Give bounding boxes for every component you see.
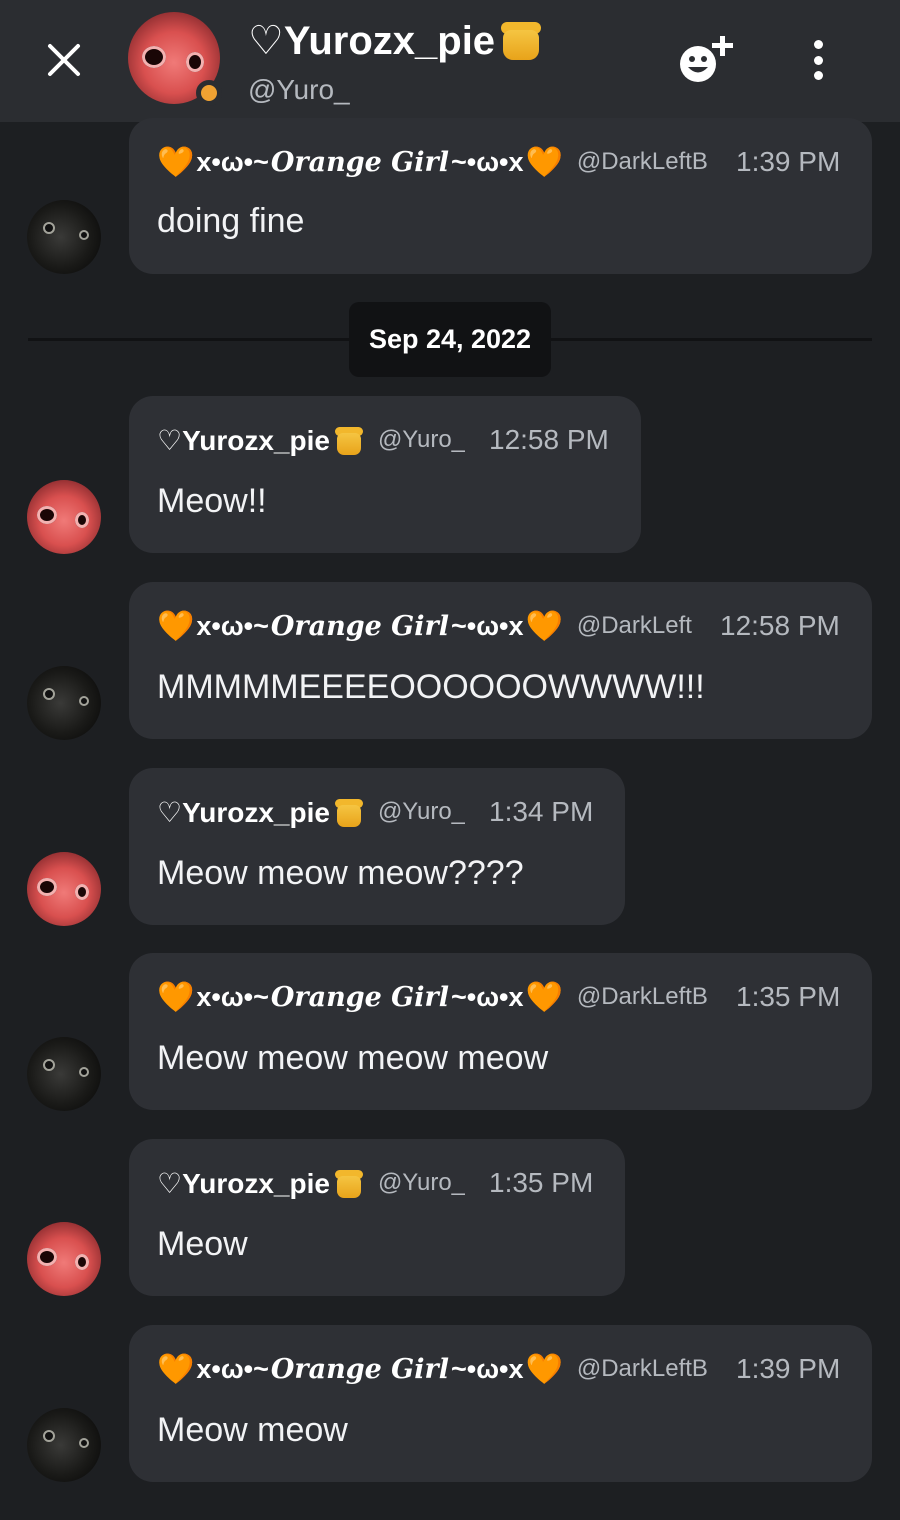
add-reaction-button[interactable] xyxy=(676,32,740,88)
message-header: 🧡 x•ω•~ Orange Girl ~•ω•x 🧡 @DarkLeft xyxy=(157,606,711,646)
close-button[interactable] xyxy=(40,36,88,84)
author-handle: @Yuro_ xyxy=(377,1169,466,1196)
author-name: ♡Yurozx_pie xyxy=(157,796,364,829)
message-header: ♡Yurozx_pie @Yuro_ xyxy=(157,420,465,460)
message-text: Meow xyxy=(157,1225,248,1263)
chat-header: ♡Yurozx_pie @Yuro_ xyxy=(0,0,900,122)
message-time: 1:39 PM xyxy=(736,146,841,177)
orange-heart-icon: 🧡 xyxy=(157,609,195,643)
dot-icon xyxy=(813,40,823,49)
author-handle: @DarkLeftB xyxy=(576,148,708,175)
author-name: 🧡 x•ω•~ Orange Girl ~•ω•x 🧡 xyxy=(157,980,563,1014)
message-text: Meow meow meow???? xyxy=(157,854,524,892)
message-text: MMMMMEEEEOOOOOOWWWW!!! xyxy=(157,668,705,706)
message-bubble[interactable]: ♡Yurozx_pie @Yuro_ 1:35 PM Meow xyxy=(129,1139,625,1296)
orange-heart-icon: 🧡 xyxy=(157,1352,195,1386)
orange-heart-icon: 🧡 xyxy=(525,1352,563,1386)
message-bubble[interactable]: 🧡 x•ω•~ Orange Girl ~•ω•x 🧡 @DarkLeftB 1:3… xyxy=(129,1325,872,1482)
message-header: ♡Yurozx_pie @Yuro_ xyxy=(157,792,465,832)
message-time: 1:34 PM xyxy=(489,796,594,827)
header-avatar[interactable] xyxy=(128,12,222,106)
avatar[interactable] xyxy=(27,1222,101,1296)
message-time: 1:35 PM xyxy=(489,1167,594,1198)
message-header: ♡Yurozx_pie @Yuro_ xyxy=(157,1163,465,1203)
author-name: ♡Yurozx_pie xyxy=(157,424,364,457)
message-header: 🧡 x•ω•~ Orange Girl ~•ω•x 🧡 @DarkLeftB xyxy=(157,977,725,1017)
author-handle: @DarkLeft xyxy=(576,612,692,639)
message-header: 🧡 x•ω•~ Orange Girl ~•ω•x 🧡 @DarkLeftB xyxy=(157,142,725,182)
honey-pot-icon xyxy=(499,20,543,62)
avatar[interactable] xyxy=(27,200,101,274)
avatar[interactable] xyxy=(27,480,101,554)
dot-icon xyxy=(813,55,823,65)
message-text: doing fine xyxy=(157,202,305,240)
message-bubble[interactable]: ♡Yurozx_pie @Yuro_ 1:34 PM Meow meow meo… xyxy=(129,768,625,925)
message-text: Meow meow xyxy=(157,1411,348,1449)
orange-heart-icon: 🧡 xyxy=(157,145,195,179)
message-text: Meow!! xyxy=(157,482,267,520)
author-handle: @DarkLeftB xyxy=(576,983,708,1010)
avatar[interactable] xyxy=(27,1408,101,1482)
honey-pot-icon xyxy=(334,797,364,827)
message-time: 12:58 PM xyxy=(720,610,840,641)
more-options-button[interactable] xyxy=(798,34,838,86)
message-time: 1:35 PM xyxy=(736,981,841,1012)
orange-heart-icon: 🧡 xyxy=(157,980,195,1014)
emoji-plus-icon xyxy=(680,36,733,82)
orange-heart-icon: 🧡 xyxy=(525,609,563,643)
author-handle: @Yuro_ xyxy=(377,798,466,825)
honey-pot-icon xyxy=(334,1168,364,1198)
avatar[interactable] xyxy=(27,1037,101,1111)
page-title: ♡Yurozx_pie xyxy=(248,18,543,64)
message-text: Meow meow meow meow xyxy=(157,1039,549,1077)
close-icon xyxy=(48,44,80,76)
message-bubble[interactable]: 🧡 x•ω•~ Orange Girl ~•ω•x 🧡 @DarkLeftB 1:3… xyxy=(129,118,872,274)
message-time: 1:39 PM xyxy=(736,1353,841,1384)
avatar[interactable] xyxy=(27,852,101,926)
author-name: 🧡 x•ω•~ Orange Girl ~•ω•x 🧡 xyxy=(157,609,563,643)
message-bubble[interactable]: 🧡 x•ω•~ Orange Girl ~•ω•x 🧡 @DarkLeftB 1:3… xyxy=(129,953,872,1110)
author-name: 🧡 x•ω•~ Orange Girl ~•ω•x 🧡 xyxy=(157,145,563,179)
author-handle: @Yuro_ xyxy=(377,426,466,453)
message-bubble[interactable]: 🧡 x•ω•~ Orange Girl ~•ω•x 🧡 @DarkLeft 12:5… xyxy=(129,582,872,739)
author-name: ♡Yurozx_pie xyxy=(157,1167,364,1200)
author-handle: @DarkLeftB xyxy=(576,1355,708,1382)
dot-icon xyxy=(813,71,823,80)
message-bubble[interactable]: ♡Yurozx_pie @Yuro_ 12:58 PM Meow!! xyxy=(129,396,641,553)
orange-heart-icon: 🧡 xyxy=(525,980,563,1014)
avatar[interactable] xyxy=(27,666,101,740)
author-name: 🧡 x•ω•~ Orange Girl ~•ω•x 🧡 xyxy=(157,1352,563,1386)
status-indicator xyxy=(196,80,222,106)
header-handle: @Yuro_ xyxy=(248,74,350,105)
message-time: 12:58 PM xyxy=(489,424,609,455)
orange-heart-icon: 🧡 xyxy=(525,145,563,179)
date-separator: Sep 24, 2022 xyxy=(349,302,551,377)
honey-pot-icon xyxy=(334,425,364,455)
message-header: 🧡 x•ω•~ Orange Girl ~•ω•x 🧡 @DarkLeftB xyxy=(157,1349,725,1389)
